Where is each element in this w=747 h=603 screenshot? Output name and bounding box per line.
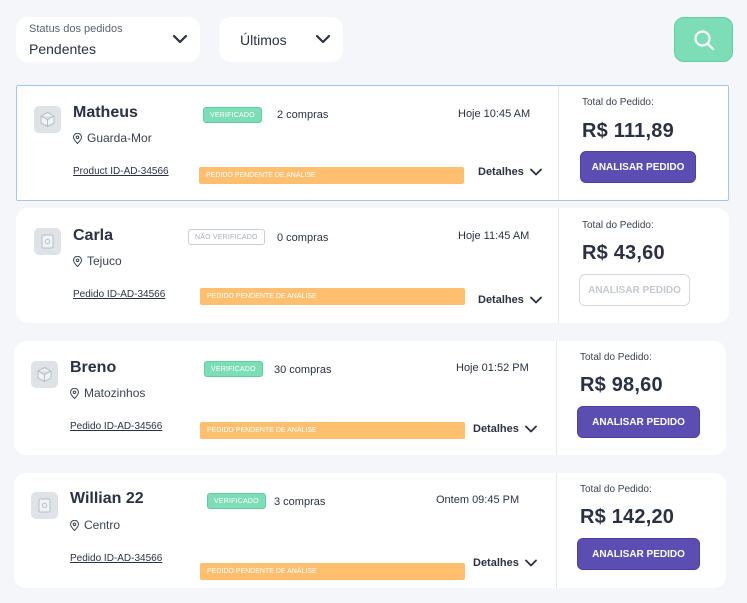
status-bar-pending: PEDIDO PENDENTE DE ANÁLISE (199, 167, 464, 184)
purchase-count: 2 compras (277, 109, 329, 121)
customer-name: Willian 22 (70, 490, 144, 507)
order-id-link[interactable]: Pedido ID-AD-34566 (73, 289, 165, 300)
order-card[interactable]: Willian 22 Centro VERIFICADO 3 compras O… (14, 473, 726, 588)
chevron-down-icon (529, 168, 542, 176)
analyze-order-button[interactable]: ANALISAR PEDIDO (577, 538, 700, 570)
product-box-icon (31, 361, 58, 388)
period-filter-value: Últimos (240, 32, 287, 48)
chevron-down-icon (315, 34, 331, 44)
location-text: Matozinhos (84, 386, 146, 400)
order-time: Hoje 11:45 AM (458, 230, 530, 242)
customer-name: Matheus (73, 104, 138, 121)
details-toggle[interactable]: Detalhes (473, 423, 537, 435)
details-toggle[interactable]: Detalhes (478, 294, 542, 306)
location-text: Guarda-Mor (87, 131, 152, 145)
customer-location: Tejuco (73, 254, 122, 268)
status-bar-pending: PEDIDO PENDENTE DE ANÁLISE (200, 422, 465, 439)
order-total: R$ 142,20 (580, 506, 675, 528)
customer-location: Guarda-Mor (73, 131, 152, 145)
card-divider (558, 86, 559, 200)
card-divider (556, 341, 557, 455)
total-label: Total do Pedido: (580, 484, 652, 495)
chevron-down-icon (529, 296, 542, 304)
details-toggle[interactable]: Detalhes (478, 166, 542, 178)
analyze-order-button[interactable]: ANALISAR PEDIDO (580, 151, 696, 183)
location-pin-icon (73, 255, 82, 267)
order-total: R$ 43,60 (582, 242, 665, 264)
order-id-link[interactable]: Pedido ID-AD-34566 (70, 553, 162, 564)
location-pin-icon (73, 132, 82, 144)
search-button[interactable] (674, 17, 733, 62)
customer-name: Breno (70, 359, 117, 376)
product-box-icon (34, 106, 61, 133)
analyze-order-button[interactable]: ANALISAR PEDIDO (577, 406, 700, 438)
order-card[interactable]: Breno Matozinhos VERIFICADO 30 compras H… (14, 341, 726, 455)
order-total: R$ 111,89 (582, 120, 674, 142)
verification-badge: VERIFICADO (207, 493, 266, 509)
location-pin-icon (70, 519, 79, 531)
period-filter-select[interactable]: Últimos (219, 17, 343, 62)
total-label: Total do Pedido: (580, 352, 652, 363)
customer-name: Carla (73, 227, 114, 244)
status-filter-select[interactable]: Status dos pedidos Pendentes (16, 17, 200, 62)
status-filter-value: Pendentes (29, 41, 96, 57)
card-divider (556, 473, 557, 588)
analyze-order-button[interactable]: ANALISAR PEDIDO (579, 274, 690, 306)
order-card[interactable]: Matheus Guarda-Mor VERIFICADO 2 compras … (16, 85, 729, 201)
customer-location: Centro (70, 518, 120, 532)
chevron-down-icon (524, 425, 537, 433)
purchase-count: 30 compras (274, 364, 332, 376)
details-label: Detalhes (478, 166, 524, 178)
status-bar-pending: PEDIDO PENDENTE DE ANÁLISE (200, 563, 465, 580)
order-time: Ontem 09:45 PM (436, 494, 520, 506)
search-icon (693, 29, 714, 50)
status-bar-pending: PEDIDO PENDENTE DE ANÁLISE (200, 288, 465, 305)
order-total: R$ 98,60 (580, 374, 663, 396)
chevron-down-icon (524, 559, 537, 567)
order-id-link[interactable]: Product ID-AD-34566 (73, 166, 169, 177)
details-label: Detalhes (473, 557, 519, 569)
status-filter-label: Status dos pedidos (29, 23, 123, 35)
chevron-down-icon (172, 34, 188, 44)
order-id-link[interactable]: Pedido ID-AD-34566 (70, 421, 162, 432)
verification-badge: VERIFICADO (203, 107, 262, 123)
order-time: Hoje 01:52 PM (456, 362, 529, 374)
verification-badge: VERIFICADO (204, 361, 263, 377)
details-label: Detalhes (473, 423, 519, 435)
location-text: Tejuco (87, 254, 122, 268)
details-toggle[interactable]: Detalhes (473, 557, 537, 569)
details-label: Detalhes (478, 294, 524, 306)
product-box-icon (34, 228, 61, 255)
location-text: Centro (84, 518, 121, 532)
purchase-count: 3 compras (274, 496, 326, 508)
total-label: Total do Pedido: (582, 97, 654, 108)
order-time: Hoje 10:45 AM (458, 108, 531, 120)
total-label: Total do Pedido: (582, 220, 654, 231)
customer-location: Matozinhos (70, 386, 145, 400)
location-pin-icon (70, 387, 79, 399)
product-box-icon (31, 492, 58, 519)
verification-badge: NÃO VERIFICADO (188, 229, 265, 245)
purchase-count: 0 compras (277, 232, 329, 244)
order-card[interactable]: Carla Tejuco NÃO VERIFICADO 0 compras Ho… (16, 208, 729, 323)
card-divider (558, 208, 559, 323)
